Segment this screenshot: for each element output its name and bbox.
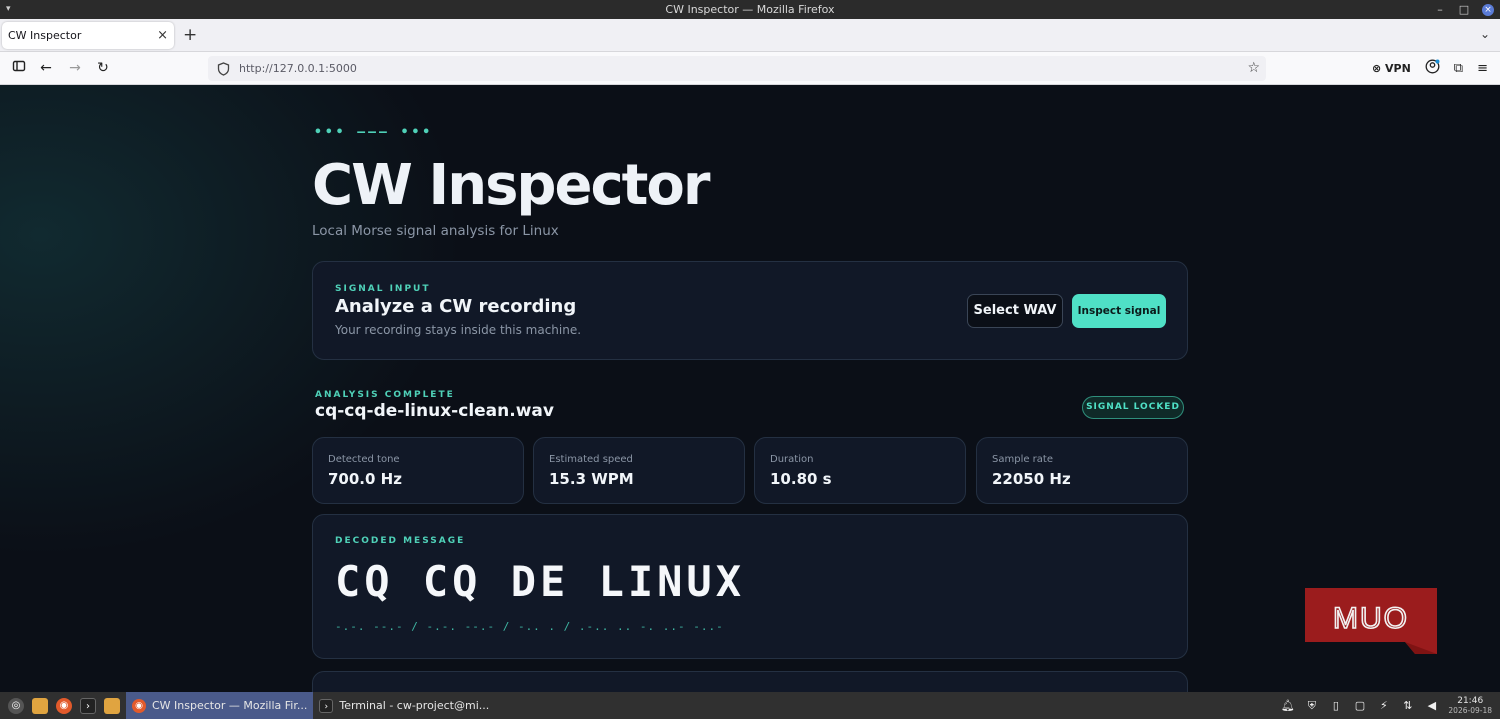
inspect-signal-button[interactable]: Inspect signal — [1072, 294, 1166, 328]
stat-label: Sample rate — [992, 454, 1053, 465]
clipboard-icon[interactable]: ▯ — [1328, 698, 1343, 713]
stat-label: Estimated speed — [549, 454, 633, 465]
network-icon[interactable]: ⇅ — [1400, 698, 1415, 713]
page-title: CW Inspector — [312, 153, 711, 218]
decoded-text: CQ CQ DE LINUX — [335, 557, 746, 606]
files-launcher-icon[interactable] — [32, 697, 48, 714]
stat-value: 15.3 WPM — [549, 470, 634, 488]
window-title: CW Inspector — Mozilla Firefox — [665, 3, 835, 16]
power-icon[interactable]: ⚡ — [1376, 698, 1391, 713]
muo-watermark-logo: MUO — [1305, 588, 1437, 654]
window-title-bar: ▾ CW Inspector — Mozilla Firefox – □ × — [0, 0, 1500, 19]
taskbar-task-terminal[interactable]: › Terminal - cw-project@mi... — [313, 692, 495, 719]
task-label: CW Inspector — Mozilla Fir... — [152, 699, 308, 712]
stat-value: 22050 Hz — [992, 470, 1071, 488]
next-card — [312, 671, 1188, 692]
analysis-complete-eyebrow: ANALYSIS COMPLETE — [315, 390, 455, 400]
result-filename: cq-cq-de-linux-clean.wav — [315, 401, 554, 421]
window-menu-icon[interactable]: ▾ — [6, 0, 11, 19]
notifications-icon[interactable]: 🔔︎ — [1280, 698, 1295, 713]
decoded-message-card: DECODED MESSAGE CQ CQ DE LINUX -.-. --.-… — [312, 514, 1188, 659]
taskbar-task-firefox[interactable]: ◉ CW Inspector — Mozilla Fir... — [126, 692, 314, 719]
firefox-launcher-icon[interactable]: ◉ — [56, 697, 72, 714]
clock-time: 21:46 — [1457, 695, 1484, 706]
stat-value: 10.80 s — [770, 470, 832, 488]
page-content: ••• ––– ••• CW Inspector Local Morse sig… — [0, 85, 1500, 692]
stat-card-speed: Estimated speed 15.3 WPM — [533, 437, 745, 504]
stat-card-duration: Duration 10.80 s — [754, 437, 966, 504]
signal-input-eyebrow: SIGNAL INPUT — [335, 284, 431, 294]
vpn-label: VPN — [1385, 62, 1411, 75]
minimize-icon[interactable]: – — [1434, 0, 1446, 19]
task-label: Terminal - cw-project@mi... — [339, 699, 490, 712]
signal-input-subtitle: Your recording stays inside this machine… — [335, 323, 582, 337]
system-tray: 🔔︎ ⛨ ▯ ▢ ⚡ ⇅ ◀ 21:46 2026-09-18 — [1280, 692, 1492, 719]
address-bar[interactable]: http://127.0.0.1:5000 ☆ — [208, 56, 1266, 81]
volume-icon[interactable]: ◀ — [1424, 698, 1439, 713]
back-icon[interactable]: ← — [37, 59, 55, 77]
close-window-icon[interactable]: × — [1482, 3, 1494, 16]
page-subtitle: Local Morse signal analysis for Linux — [312, 223, 559, 239]
account-icon[interactable] — [1425, 59, 1440, 78]
reload-icon[interactable]: ↻ — [94, 59, 112, 77]
stat-value: 700.0 Hz — [328, 470, 402, 488]
start-menu-icon[interactable]: ◎ — [8, 697, 24, 714]
tab-label: CW Inspector — [8, 29, 82, 42]
signal-input-title: Analyze a CW recording — [335, 296, 577, 317]
navigation-bar: ← → ↻ http://127.0.0.1:5000 ☆ ⊗ VPN ⧉ ≡ — [0, 52, 1500, 85]
tab-cw-inspector[interactable]: CW Inspector × — [2, 22, 174, 49]
taskbar: ◎ ◉ › ◉ CW Inspector — Mozilla Fir... › … — [0, 692, 1500, 719]
bookmark-star-icon[interactable]: ☆ — [1247, 60, 1260, 76]
select-wav-button[interactable]: Select WAV — [967, 294, 1063, 328]
security-shield-icon[interactable]: ⛨ — [1304, 698, 1319, 713]
stat-label: Duration — [770, 454, 814, 465]
maximize-icon[interactable]: □ — [1458, 0, 1470, 19]
morse-decoration: ••• ––– ••• — [314, 125, 434, 140]
stat-label: Detected tone — [328, 454, 400, 465]
stat-card-sample-rate: Sample rate 22050 Hz — [976, 437, 1188, 504]
url-text[interactable]: http://127.0.0.1:5000 — [239, 62, 357, 75]
tracking-protection-icon[interactable] — [216, 61, 230, 76]
status-badge: SIGNAL LOCKED — [1082, 396, 1184, 419]
vpn-button[interactable]: ⊗ VPN — [1372, 62, 1411, 75]
clock[interactable]: 21:46 2026-09-18 — [1448, 696, 1492, 716]
terminal-launcher-icon[interactable]: › — [80, 697, 96, 714]
close-tab-icon[interactable]: × — [157, 28, 168, 43]
terminal-icon: › — [319, 698, 334, 713]
firefox-icon: ◉ — [132, 698, 146, 713]
sidebar-toggle-icon[interactable] — [10, 59, 28, 77]
clock-date: 2026-09-18 — [1448, 705, 1492, 715]
stat-card-tone: Detected tone 700.0 Hz — [312, 437, 524, 504]
list-all-tabs-icon[interactable]: ⌄ — [1480, 27, 1490, 41]
forward-icon[interactable]: → — [66, 59, 84, 77]
extensions-icon[interactable]: ⧉ — [1454, 61, 1463, 76]
decoded-message-eyebrow: DECODED MESSAGE — [335, 536, 466, 546]
display-icon[interactable]: ▢ — [1352, 698, 1367, 713]
folder-launcher-icon[interactable] — [104, 697, 120, 714]
new-tab-icon[interactable]: + — [183, 26, 197, 44]
tab-strip: CW Inspector × + ⌄ — [0, 19, 1500, 52]
signal-input-card: SIGNAL INPUT Analyze a CW recording Your… — [312, 261, 1188, 360]
decoded-morse: -.-. --.- / -.-. --.- / -.. . / .-.. .. … — [335, 620, 724, 633]
svg-text:MUO: MUO — [1333, 602, 1409, 635]
menu-icon[interactable]: ≡ — [1477, 61, 1488, 76]
